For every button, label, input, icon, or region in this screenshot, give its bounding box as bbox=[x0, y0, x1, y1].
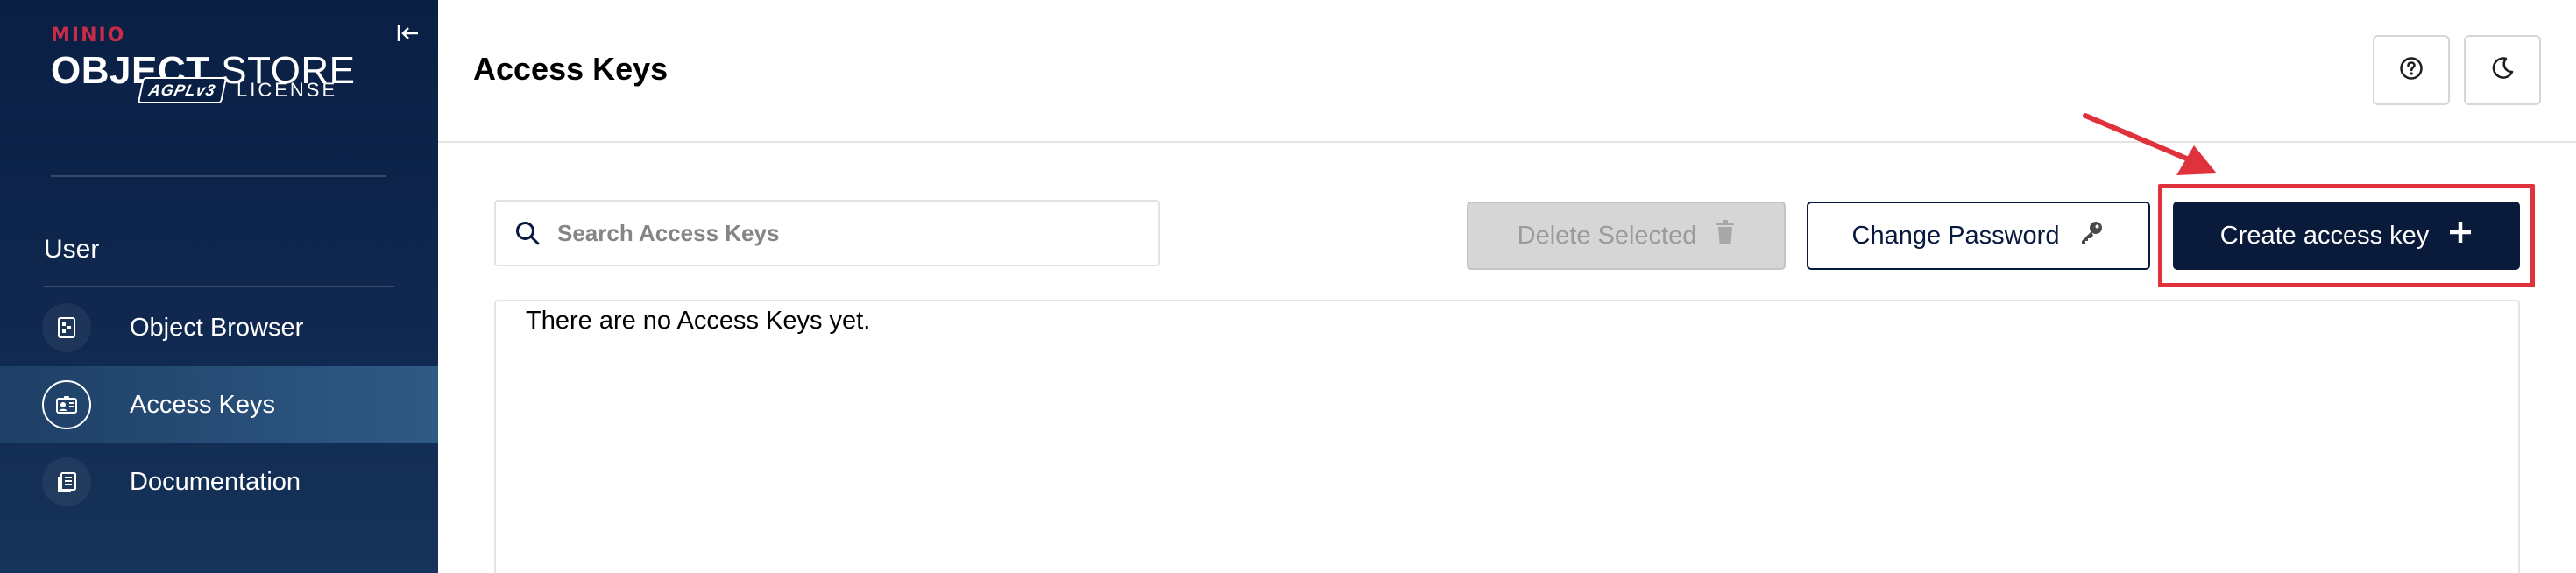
app-root: MINIO OBJECT STORE AGPLv3 LICENSE User O… bbox=[0, 0, 2576, 573]
agpl-badge: AGPLv3 bbox=[137, 77, 228, 103]
access-keys-icon bbox=[42, 380, 91, 429]
trash-icon bbox=[1716, 220, 1735, 251]
logo-brand: MINIO bbox=[51, 25, 126, 46]
sidebar-item-label: Object Browser bbox=[130, 313, 304, 342]
theme-toggle-button[interactable] bbox=[2464, 35, 2541, 105]
key-icon bbox=[2078, 219, 2105, 252]
license-row: AGPLv3 LICENSE bbox=[137, 77, 338, 103]
page-header: Access Keys bbox=[438, 0, 2576, 143]
sidebar-item-access-keys[interactable]: Access Keys bbox=[0, 366, 438, 443]
object-browser-icon bbox=[42, 303, 91, 352]
annotation-arrow-icon bbox=[2083, 113, 2217, 175]
page-title: Access Keys bbox=[473, 51, 669, 87]
annotation-highlight-box bbox=[2158, 184, 2535, 287]
moon-icon bbox=[2490, 56, 2515, 85]
documentation-icon bbox=[42, 457, 91, 506]
delete-selected-label: Delete Selected bbox=[1517, 221, 1697, 250]
sidebar-item-label: Access Keys bbox=[130, 390, 275, 419]
help-button[interactable] bbox=[2373, 35, 2450, 105]
collapse-sidebar-button[interactable] bbox=[393, 19, 424, 51]
section-divider bbox=[44, 286, 394, 287]
help-icon bbox=[2399, 56, 2424, 85]
search-icon bbox=[512, 217, 543, 249]
license-text: LICENSE bbox=[237, 79, 338, 101]
access-keys-table: There are no Access Keys yet. bbox=[494, 300, 2520, 573]
empty-state-message: There are no Access Keys yet. bbox=[526, 307, 871, 335]
change-password-button[interactable]: Change Password bbox=[1807, 202, 2150, 270]
sidebar-divider bbox=[51, 175, 386, 177]
sidebar: MINIO OBJECT STORE AGPLv3 LICENSE User O… bbox=[0, 0, 438, 573]
change-password-label: Change Password bbox=[1851, 221, 2060, 250]
sidebar-item-object-browser[interactable]: Object Browser bbox=[0, 289, 438, 366]
sidebar-item-label: Documentation bbox=[130, 467, 301, 496]
section-title-user: User bbox=[44, 235, 100, 264]
sidebar-item-documentation[interactable]: Documentation bbox=[0, 443, 438, 520]
search-box bbox=[494, 200, 1160, 266]
collapse-icon bbox=[397, 24, 420, 47]
search-input[interactable] bbox=[557, 207, 1158, 259]
delete-selected-button[interactable]: Delete Selected bbox=[1467, 202, 1786, 270]
